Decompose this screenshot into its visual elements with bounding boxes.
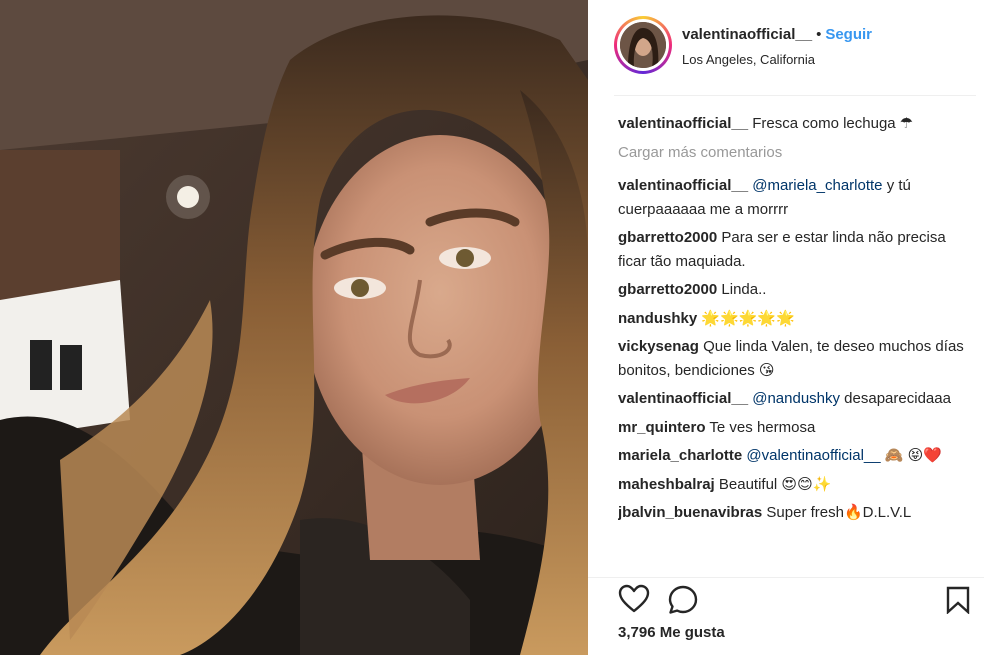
comment-text: desaparecidaaa: [840, 390, 951, 407]
post-photo[interactable]: [0, 0, 588, 655]
comment-mention[interactable]: @valentinaofficial__: [746, 447, 880, 464]
comment-item: jbalvin_buenavibras Super fresh🔥D.L.V.L: [618, 501, 968, 525]
post-sidebar: valentinaofficial__ • Seguir Los Angeles, …: [588, 0, 984, 655]
comment-mention[interactable]: @nandushky: [752, 390, 840, 407]
avatar-image: [620, 22, 666, 68]
comment-username[interactable]: vickysenag: [618, 338, 699, 355]
comment-item: maheshbalraj Beautiful 😍😊✨: [618, 473, 968, 497]
comment-item: valentinaofficial__ @mariela_charlotte y…: [618, 174, 968, 221]
comment-text: 🌟🌟🌟🌟🌟: [701, 309, 795, 327]
caption: valentinaofficial__ Fresca como lechuga …: [618, 112, 968, 136]
heart-icon[interactable]: [618, 584, 650, 619]
comment-username[interactable]: mr_quintero: [618, 419, 706, 436]
comment-item: nandushky 🌟🌟🌟🌟🌟: [618, 307, 968, 331]
bookmark-icon[interactable]: [946, 586, 970, 619]
post-location[interactable]: Los Angeles, California: [682, 52, 872, 67]
comment-text: Te ves hermosa: [709, 418, 816, 436]
comment-text: Super fresh🔥D.L.V.L: [766, 504, 912, 521]
comment-item: gbarretto2000 Linda..: [618, 278, 968, 302]
comment-username[interactable]: valentinaofficial__: [618, 390, 748, 407]
post-username[interactable]: valentinaofficial__: [682, 26, 812, 43]
comments-list[interactable]: valentinaofficial__ Fresca como lechuga …: [618, 112, 968, 576]
comment-username[interactable]: nandushky: [618, 310, 697, 327]
avatar-frame: [617, 19, 669, 71]
comment-username[interactable]: gbarretto2000: [618, 281, 717, 298]
comment-username[interactable]: maheshbalraj: [618, 476, 715, 493]
likes-count[interactable]: 3,796 Me gusta: [618, 624, 725, 641]
follow-button[interactable]: Seguir: [825, 26, 872, 43]
comment-text: Beautiful 😍😊✨: [718, 475, 832, 493]
caption-text: Fresca como lechuga ☂: [752, 115, 914, 132]
caption-username[interactable]: valentinaofficial__: [618, 115, 748, 132]
header-text: valentinaofficial__ • Seguir Los Angeles, …: [682, 26, 872, 67]
selfie-image: [0, 0, 588, 655]
load-more-comments-button[interactable]: Cargar más comentarios: [618, 141, 968, 165]
comment-item: mariela_charlotte @valentinaofficial__ 🙈…: [618, 444, 968, 468]
comment-item: valentinaofficial__ @nandushky desaparec…: [618, 387, 968, 411]
action-bar: 3,796 Me gusta: [588, 577, 984, 655]
comment-item: mr_quintero Te ves hermosa: [618, 416, 968, 440]
avatar: [620, 22, 666, 68]
header-line: valentinaofficial__ • Seguir: [682, 26, 872, 43]
story-ring[interactable]: [614, 16, 672, 74]
comment-username[interactable]: mariela_charlotte: [618, 447, 742, 464]
separator-dot: •: [816, 26, 822, 43]
post-header: valentinaofficial__ • Seguir Los Angeles, …: [614, 16, 976, 96]
comment-text: 🙈 😝❤️: [880, 447, 942, 464]
comment-username[interactable]: jbalvin_buenavibras: [618, 504, 762, 521]
comment-item: gbarretto2000 Para ser e estar linda não…: [618, 226, 968, 273]
comment-item: vickysenag Que linda Valen, te deseo muc…: [618, 335, 968, 382]
comment-text: Linda..: [721, 281, 767, 298]
comment-icon[interactable]: [667, 584, 699, 621]
comment-username[interactable]: gbarretto2000: [618, 229, 717, 246]
comment-username[interactable]: valentinaofficial__: [618, 177, 748, 194]
comment-mention[interactable]: @mariela_charlotte: [752, 177, 882, 194]
